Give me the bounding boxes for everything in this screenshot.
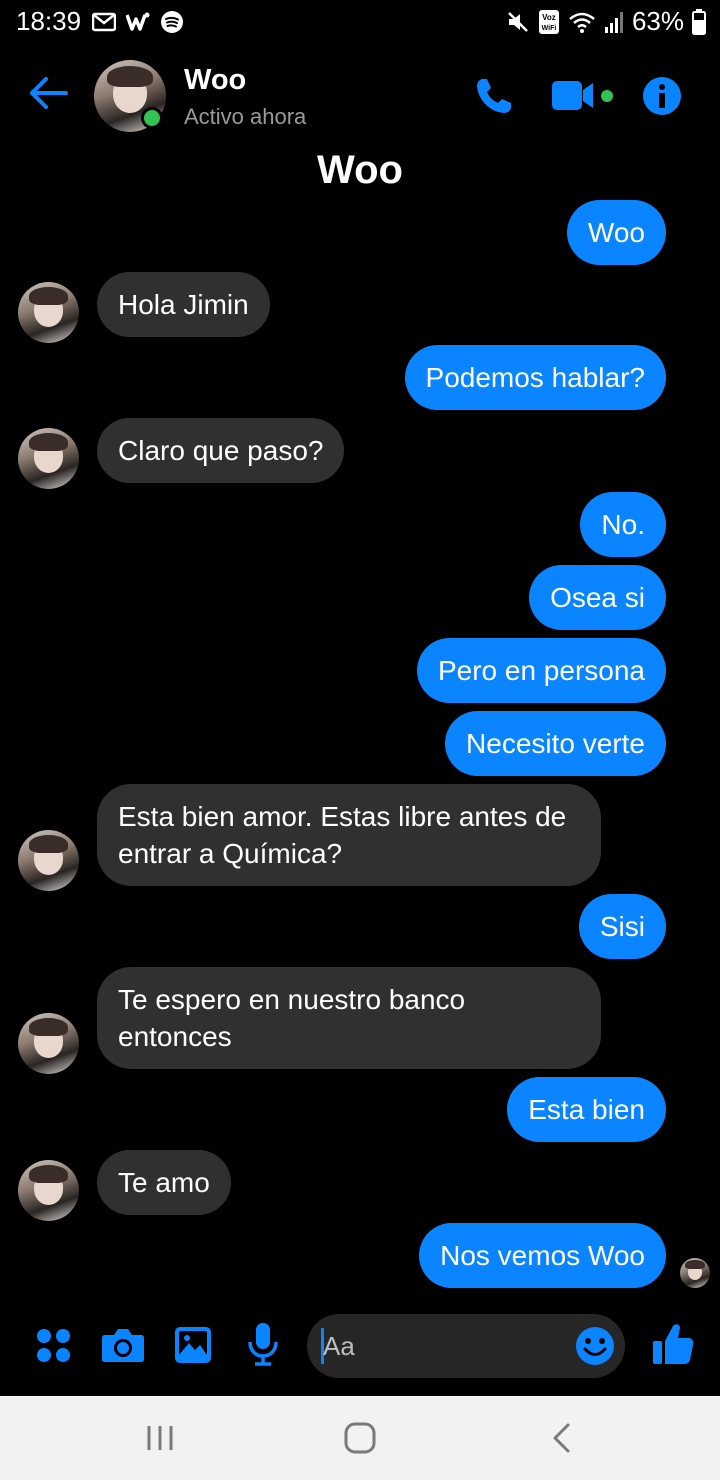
status-bar: 18:39 Voz WiFi 63% bbox=[0, 0, 720, 44]
conversation-title: Woo bbox=[317, 148, 403, 192]
message-input-placeholder: Aa bbox=[323, 1331, 355, 1361]
contact-name[interactable]: Woo bbox=[184, 64, 246, 97]
message-bubble-sent[interactable]: Sisi bbox=[578, 894, 666, 959]
microphone-icon[interactable] bbox=[247, 1322, 279, 1366]
sender-avatar bbox=[18, 830, 79, 891]
message-bubble-sent[interactable]: Podemos hablar? bbox=[404, 345, 666, 410]
back-arrow-icon[interactable] bbox=[28, 76, 68, 110]
message-bubble-sent[interactable]: Woo bbox=[566, 200, 666, 265]
signal-icon bbox=[604, 11, 623, 33]
back-nav-icon[interactable] bbox=[550, 1422, 574, 1454]
phone-call-icon[interactable] bbox=[474, 76, 514, 116]
spotify-icon bbox=[161, 11, 183, 33]
gmail-icon bbox=[92, 12, 116, 32]
message-bubble-sent[interactable]: Pero en persona bbox=[416, 638, 666, 703]
status-time: 18:39 bbox=[16, 6, 82, 36]
w-app-icon bbox=[126, 12, 150, 31]
message-bubble-received[interactable]: Te amo bbox=[97, 1150, 231, 1215]
emoji-icon[interactable] bbox=[575, 1326, 615, 1366]
message-composer: Aa bbox=[0, 1306, 720, 1390]
message-bubble-received[interactable]: Hola Jimin bbox=[97, 272, 270, 337]
message-bubble-received[interactable]: Claro que paso? bbox=[97, 418, 345, 483]
sender-avatar bbox=[18, 1013, 79, 1074]
contact-status: Activo ahora bbox=[184, 104, 307, 129]
message-bubble-received[interactable]: Te espero en nuestro banco entonces bbox=[97, 967, 601, 1069]
sender-avatar bbox=[18, 1160, 79, 1221]
chat-header: Woo Activo ahora bbox=[0, 52, 720, 142]
video-call-icon[interactable] bbox=[550, 76, 616, 116]
battery-icon bbox=[692, 8, 706, 35]
svg-text:Voz: Voz bbox=[542, 13, 556, 22]
voz-wifi-icon: Voz WiFi bbox=[538, 9, 559, 34]
home-icon[interactable] bbox=[344, 1422, 376, 1454]
mute-icon bbox=[508, 11, 528, 32]
read-receipt-avatar bbox=[680, 1258, 710, 1288]
camera-icon[interactable] bbox=[101, 1326, 145, 1364]
recent-apps-icon[interactable] bbox=[145, 1424, 175, 1452]
apps-icon[interactable] bbox=[36, 1328, 72, 1364]
gallery-icon[interactable] bbox=[174, 1326, 212, 1364]
sender-avatar bbox=[18, 282, 79, 343]
sender-avatar bbox=[18, 428, 79, 489]
online-indicator bbox=[141, 107, 163, 129]
message-input[interactable]: Aa bbox=[307, 1314, 625, 1378]
message-bubble-received[interactable]: Esta bien amor. Estas libre antes de ent… bbox=[97, 784, 601, 886]
message-bubble-sent[interactable]: Esta bien bbox=[507, 1077, 666, 1142]
system-nav-bar bbox=[0, 1396, 720, 1480]
message-bubble-sent[interactable]: No. bbox=[580, 492, 666, 557]
info-icon[interactable] bbox=[642, 76, 682, 116]
battery-percent: 63% bbox=[631, 6, 684, 36]
message-bubble-sent[interactable]: Nos vemos Woo bbox=[419, 1223, 666, 1288]
message-bubble-sent[interactable]: Necesito verte bbox=[445, 711, 666, 776]
message-bubble-sent[interactable]: Osea si bbox=[529, 565, 666, 630]
thumbs-up-icon[interactable] bbox=[652, 1322, 694, 1366]
wifi-icon bbox=[569, 12, 595, 33]
svg-text:WiFi: WiFi bbox=[542, 25, 557, 32]
